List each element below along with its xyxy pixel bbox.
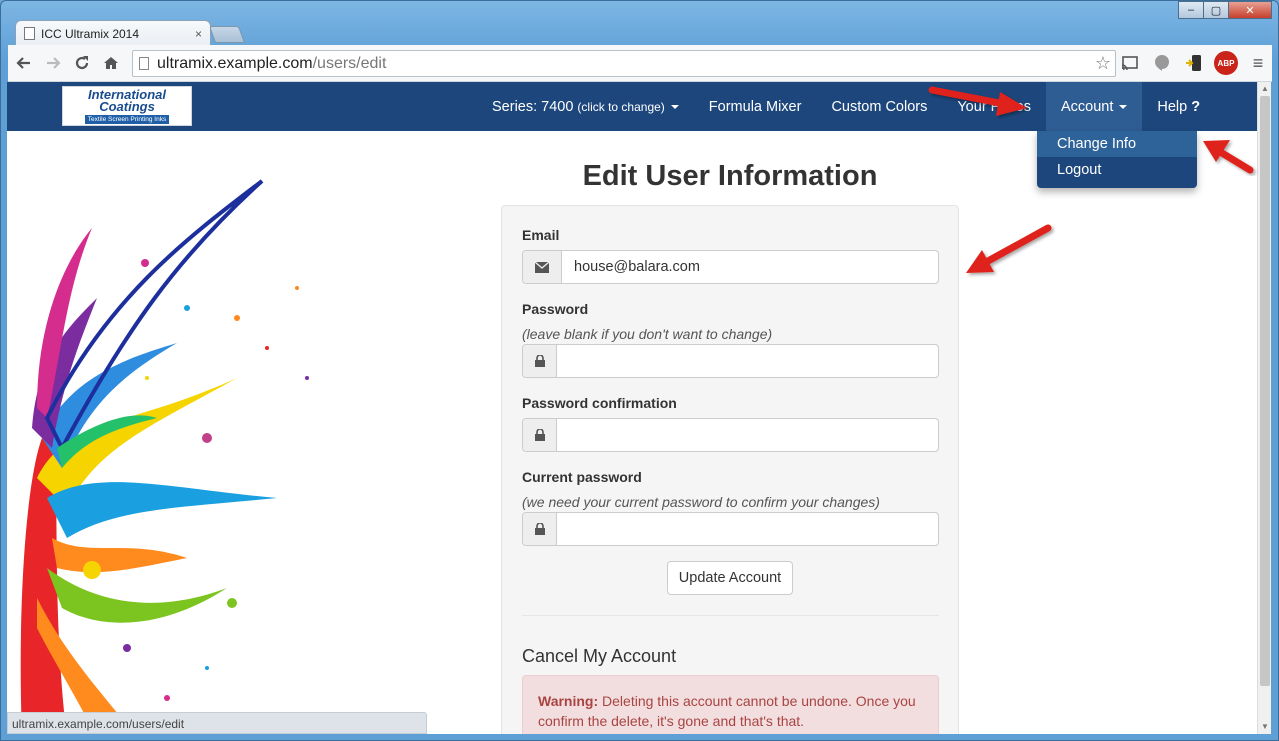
site-navbar: International Coatings Textile Screen Pr… <box>7 82 1257 131</box>
reload-button[interactable] <box>69 50 95 76</box>
email-field[interactable] <box>562 251 938 283</box>
divider <box>522 615 939 616</box>
scroll-down-arrow-icon[interactable]: ▼ <box>1261 722 1269 731</box>
page-scrollbar[interactable]: ▲ ▼ <box>1257 82 1271 734</box>
account-dropdown-menu: Change Info Logout <box>1037 131 1197 188</box>
page-icon <box>24 27 35 40</box>
password-confirmation-field[interactable] <box>557 419 938 451</box>
series-hint: (click to change) <box>577 99 665 114</box>
account-label: Account <box>1060 98 1114 115</box>
page-title: Edit User Information <box>582 160 878 192</box>
current-password-help: (we need your current password to confir… <box>522 494 880 510</box>
status-url-bubble: ultramix.example.com/users/edit <box>7 712 427 734</box>
phone-extension-icon[interactable] <box>1182 51 1206 75</box>
nav-links: Series: 7400 (click to change) Formula M… <box>477 82 1215 131</box>
maximize-button[interactable]: ▢ <box>1203 1 1229 19</box>
url-path: /users/edit <box>312 54 387 72</box>
home-icon <box>104 57 118 69</box>
update-account-button[interactable]: Update Account <box>667 561 793 595</box>
question-mark-icon: ? <box>1191 98 1201 115</box>
cast-icon[interactable] <box>1118 51 1142 75</box>
help-label: Help <box>1157 98 1188 115</box>
back-button[interactable] <box>11 50 37 76</box>
site-logo[interactable]: International Coatings Textile Screen Pr… <box>62 86 192 126</box>
password-field[interactable] <box>557 345 938 377</box>
tab-title: ICC Ultramix 2014 <box>41 26 140 41</box>
chrome-menu-icon[interactable]: ≡ <box>1246 51 1270 75</box>
envelope-icon <box>523 251 562 283</box>
bookmark-star-icon[interactable]: ☆ <box>1095 53 1111 74</box>
delete-warning-alert: Warning: Deleting this account cannot be… <box>522 675 939 734</box>
edit-user-form: Email Password (leave blank if you don't… <box>501 205 959 734</box>
scroll-up-arrow-icon[interactable]: ▲ <box>1261 84 1269 93</box>
close-window-button[interactable]: ✕ <box>1228 1 1272 19</box>
current-password-field[interactable] <box>557 513 938 545</box>
nav-series-dropdown[interactable]: Series: 7400 (click to change) <box>477 82 694 131</box>
cancel-account-heading: Cancel My Account <box>522 646 677 666</box>
hangouts-icon[interactable] <box>1150 51 1174 75</box>
password-confirmation-label: Password confirmation <box>522 395 677 411</box>
window-controls: – ▢ ✕ <box>1178 1 1272 19</box>
password-input-group <box>522 344 939 378</box>
home-button[interactable] <box>98 50 124 76</box>
tab-close-icon[interactable]: × <box>195 27 202 41</box>
page-icon <box>139 57 149 70</box>
caret-down-icon <box>670 104 679 109</box>
nav-help[interactable]: Help ? <box>1142 82 1215 131</box>
lock-icon <box>523 345 557 377</box>
lock-icon <box>523 419 557 451</box>
warning-label: Warning: <box>538 693 599 709</box>
adblock-icon[interactable]: ABP <box>1214 51 1238 75</box>
browser-tab[interactable]: ICC Ultramix 2014 × <box>15 20 211 46</box>
back-arrow-icon <box>16 57 30 69</box>
forward-arrow-icon <box>47 57 61 69</box>
nav-your-prices[interactable]: Your Prices <box>942 82 1046 131</box>
email-input-group <box>522 250 939 284</box>
caret-down-icon <box>1119 104 1128 109</box>
password-label: Password <box>522 301 589 317</box>
menu-item-change-info[interactable]: Change Info <box>1037 131 1197 157</box>
extension-icons: ABP ≡ <box>1118 51 1278 75</box>
url-host: ultramix.example.com <box>157 54 313 72</box>
password-help: (leave blank if you don't want to change… <box>522 326 773 342</box>
nav-account-dropdown[interactable]: Account <box>1045 82 1143 131</box>
new-tab-button[interactable] <box>208 26 246 43</box>
lock-icon <box>523 513 557 545</box>
forward-button[interactable] <box>40 50 66 76</box>
current-password-input-group <box>522 512 939 546</box>
current-password-label: Current password <box>522 469 642 485</box>
nav-custom-colors[interactable]: Custom Colors <box>816 82 942 131</box>
series-label: Series: 7400 <box>492 98 574 115</box>
reload-icon <box>75 56 89 70</box>
logo-line2: Coatings <box>99 98 155 114</box>
scroll-thumb[interactable] <box>1260 96 1270 686</box>
logo-tagline: Textile Screen Printing Inks <box>84 114 170 124</box>
password-confirmation-input-group <box>522 418 939 452</box>
title-bar: ICC Ultramix 2014 × – ▢ ✕ <box>1 1 1278 46</box>
browser-toolbar: ultramix.example.com/users/edit ☆ ABP ≡ <box>8 45 1272 82</box>
menu-item-logout[interactable]: Logout <box>1037 157 1197 183</box>
web-page: International Coatings Textile Screen Pr… <box>7 82 1257 734</box>
nav-formula-mixer[interactable]: Formula Mixer <box>694 82 817 131</box>
paint-splash-illustration <box>20 179 309 734</box>
minimize-button[interactable]: – <box>1178 1 1204 19</box>
email-label: Email <box>522 227 560 243</box>
address-bar[interactable]: ultramix.example.com/users/edit ☆ <box>132 50 1116 77</box>
